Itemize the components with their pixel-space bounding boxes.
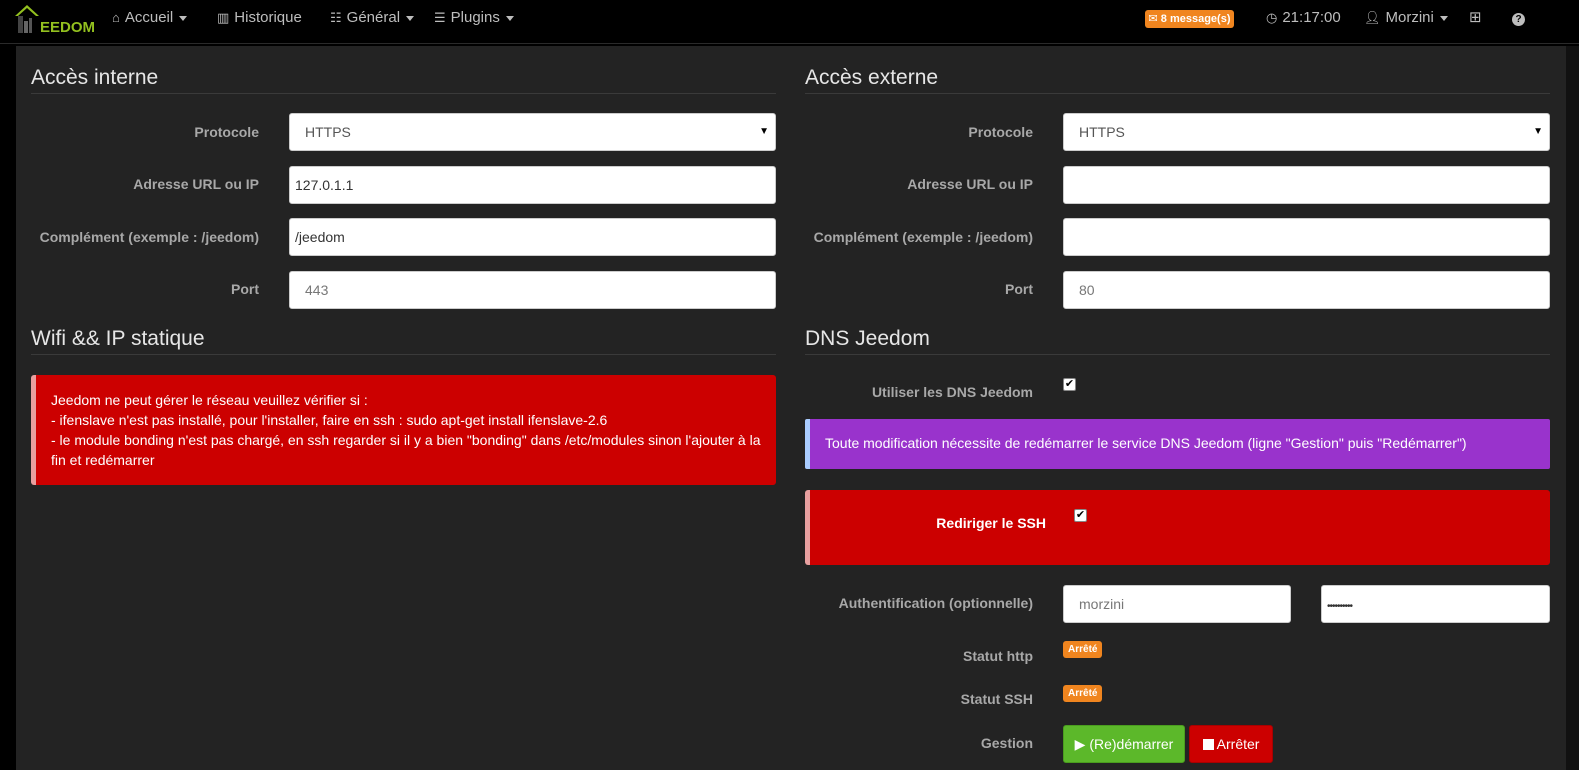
nav-plugins-label: Plugins [450,9,500,26]
help-button[interactable]: ? [1512,0,1525,36]
left-gutter [0,46,16,770]
external-url-label: Adresse URL ou IP [907,176,1033,192]
nav-accueil-label: Accueil [124,9,174,26]
chevron-down-icon [505,15,514,21]
auth-user-placeholder: morzini [1079,596,1125,612]
dns-info-alert: Toute modification nécessite de redémarr… [805,419,1550,469]
divider [31,354,776,355]
nav-historique[interactable]: ▥ Historique [217,0,302,36]
nav-user-menu[interactable]: 👤︎ Morzini [1364,0,1448,36]
nav-accueil[interactable]: ⌂ Accueil [112,0,188,36]
auth-label: Authentification (optionnelle) [838,595,1033,611]
restart-dns-label: (Re)démarrer [1089,736,1174,752]
wifi-alert-line: fin et redémarrer [51,452,155,468]
wifi-alert: Jeedom ne peut gérer le réseau veuillez … [31,375,776,485]
restart-dns-button[interactable]: ▶ (Re)démarrer [1063,725,1185,763]
internal-url-label: Adresse URL ou IP [133,176,259,192]
page-scrollbar[interactable] [1566,46,1579,770]
dns-title: DNS Jeedom [805,327,930,350]
dropdown-arrow-icon: ▼ [1533,126,1543,137]
internal-port-input[interactable]: 443 [289,271,776,309]
redirect-ssh-box: Rediriger le SSH ✔ [805,490,1550,565]
status-ssh-badge: Arrêté [1063,685,1103,702]
external-complement-label: Complément (exemple : /jeedom) [813,229,1033,245]
status-ssh-label: Statut SSH [960,691,1033,707]
auth-user-input[interactable]: morzini [1063,585,1291,623]
nav-general-label: Général [346,9,401,26]
external-port-label: Port [1005,281,1033,297]
bar-chart-icon: ▥ [217,10,230,25]
use-dns-checkbox[interactable]: ✔ [1063,378,1076,391]
divider [805,93,1550,94]
redirect-ssh-label: Rediriger le SSH [936,515,1046,531]
home-icon: ⌂ [112,10,120,25]
internal-complement-label: Complément (exemple : /jeedom) [39,229,259,245]
messages-badge[interactable]: ✉ 8 message(s) [1145,10,1234,28]
internal-complement-value: /jeedom [295,229,345,245]
internal-url-input[interactable]: 127.0.1.1 [289,166,776,204]
tasks-icon: ☰ [434,10,446,25]
external-complement-input[interactable] [1063,218,1550,256]
wifi-title: Wifi && IP statique [31,327,205,350]
chevron-down-icon [406,15,415,21]
redirect-ssh-checkbox[interactable]: ✔ [1074,509,1087,522]
auth-password-value: •••••••••• [1327,601,1353,612]
internal-url-value: 127.0.1.1 [295,177,354,193]
house-logo-icon [15,5,39,33]
stop-dns-label: Arrêter [1216,736,1260,752]
internal-protocol-label: Protocole [194,124,259,140]
wifi-alert-line: - le module bonding n'est pas chargé, en… [51,432,761,448]
user-icon: 👤︎ [1364,10,1381,25]
internal-access-title: Accès interne [31,66,159,89]
external-url-input[interactable] [1063,166,1550,204]
nav-historique-label: Historique [234,9,302,26]
internal-complement-input[interactable]: /jeedom [289,218,776,256]
help-icon: ? [1512,13,1525,26]
stop-dns-button[interactable]: Arrêter [1189,725,1273,763]
internal-protocol-value: HTTPS [305,124,351,140]
internal-port-label: Port [231,281,259,297]
wifi-alert-line: Jeedom ne peut gérer le réseau veuillez … [51,392,368,408]
gestion-label: Gestion [980,735,1033,751]
internal-port-placeholder: 443 [305,282,329,298]
dropdown-arrow-icon: ▼ [759,126,769,137]
external-port-placeholder: 80 [1079,282,1095,298]
nav-general[interactable]: ☷ Général [330,0,415,36]
play-icon: ▶ [1074,736,1086,752]
external-protocol-value: HTTPS [1079,124,1125,140]
chevron-down-icon [1439,15,1448,21]
external-access-title: Accès externe [805,66,939,89]
wifi-alert-line: - ifenslave n'est pas installé, pour l'i… [51,412,608,428]
chevron-down-icon [179,15,188,21]
nav-plugins[interactable]: ☰ Plugins [434,0,514,36]
messages-badge-label: 8 message(s) [1160,13,1231,25]
list-icon: ☷ [330,10,342,25]
sitemap-button[interactable]: ⊞ [1469,0,1482,36]
divider [805,354,1550,355]
internal-protocol-select[interactable]: HTTPS ▼ [289,113,776,151]
jeedom-logo[interactable]: EEDOM [12,4,96,38]
external-protocol-label: Protocole [968,124,1033,140]
nav-clock: ◷ 21:17:00 [1266,0,1341,36]
sitemap-icon: ⊞ [1469,9,1482,26]
external-protocol-select[interactable]: HTTPS ▼ [1063,113,1550,151]
user-label: Morzini [1385,9,1434,26]
auth-password-input[interactable]: •••••••••• [1321,585,1550,623]
use-dns-label: Utiliser les DNS Jeedom [871,384,1033,400]
logo-text: EEDOM [40,19,96,36]
stop-icon [1202,739,1214,750]
status-http-label: Statut http [963,648,1033,664]
external-port-input[interactable]: 80 [1063,271,1550,309]
divider [31,93,776,94]
clock-label: 21:17:00 [1282,9,1341,26]
status-http-badge: Arrêté [1063,641,1103,658]
envelope-icon: ✉ [1148,13,1158,25]
top-navbar: EEDOM ⌂ Accueil ▥ Historique ☷ Général ☰ Plu… [0,0,1579,44]
dns-info-text: Toute modification nécessite de redémarr… [825,435,1467,451]
clock-icon: ◷ [1266,10,1278,25]
